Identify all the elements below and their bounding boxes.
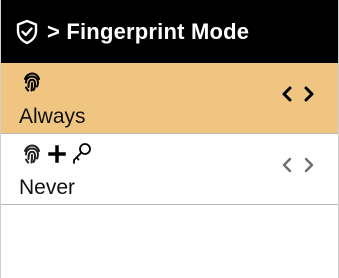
shield-check-icon: [15, 19, 39, 45]
option-selector-always[interactable]: [280, 85, 316, 103]
page-title: > Fingerprint Mode: [47, 18, 250, 44]
option-always[interactable]: Always: [1, 63, 338, 134]
chevron-left-icon[interactable]: [280, 156, 294, 174]
option-label-always: Always: [19, 105, 86, 128]
chevron-left-icon[interactable]: [280, 85, 294, 103]
option-label-never: Never: [19, 176, 76, 199]
option-selector-never[interactable]: [280, 156, 316, 174]
screen: > Fingerprint Mode Always Never: [0, 0, 339, 278]
plus-icon: [47, 144, 67, 169]
fingerprint-icon: [21, 143, 43, 170]
fingerprint-icon: [21, 71, 43, 98]
option-never[interactable]: Never: [1, 134, 338, 205]
chevron-right-icon[interactable]: [302, 156, 316, 174]
key-icon: [71, 142, 93, 171]
header-bar: > Fingerprint Mode: [1, 0, 338, 63]
chevron-right-icon[interactable]: [302, 85, 316, 103]
